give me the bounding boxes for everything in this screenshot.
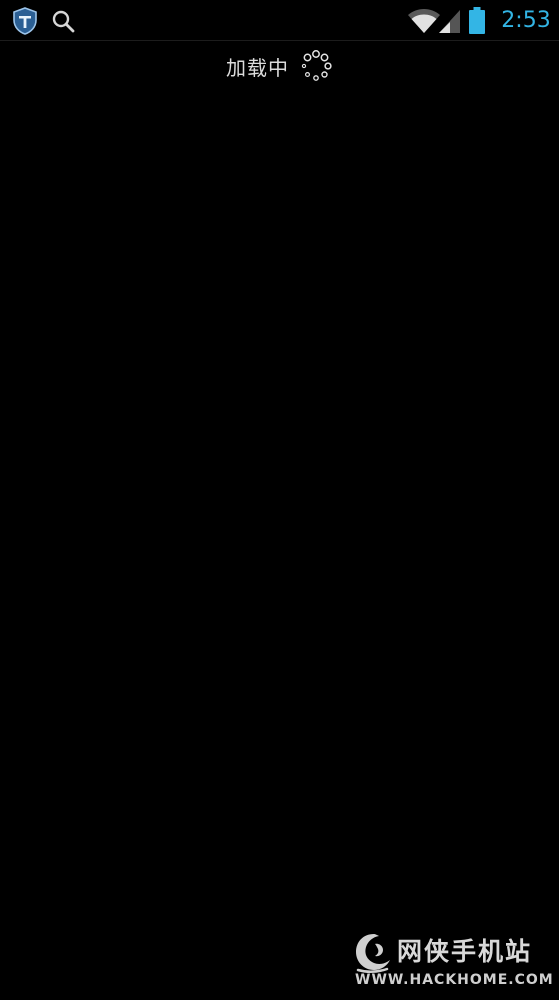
watermark-name: 网侠手机站: [397, 937, 533, 966]
watermark-logo-icon: [356, 934, 390, 973]
loading-label: 加载中: [226, 55, 289, 80]
spinner-icon: [301, 50, 332, 81]
status-bar: 2:53: [0, 0, 559, 41]
shield-icon[interactable]: [10, 0, 40, 41]
search-icon[interactable]: [50, 0, 76, 41]
loading-indicator: 加载中: [0, 44, 559, 88]
signal-icon: [438, 0, 462, 41]
watermark: 网侠手机站 WWW.HACKHOME.COM: [353, 924, 553, 996]
status-clock: 2:53: [501, 8, 551, 33]
watermark-url: WWW.HACKHOME.COM: [355, 972, 554, 988]
wifi-icon: [406, 0, 442, 41]
battery-icon: [466, 0, 488, 41]
